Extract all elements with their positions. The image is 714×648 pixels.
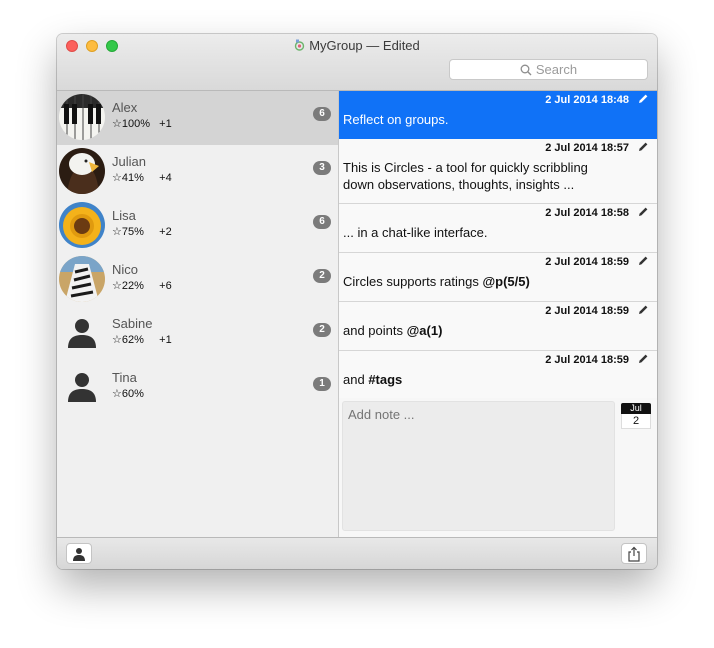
contact-points: +1 — [159, 118, 172, 130]
message-text-plain: and — [343, 372, 369, 387]
app-window: MyGroup — Edited Search Alex ☆100% +1 6 … — [57, 34, 657, 569]
window-title: MyGroup — Edited — [57, 38, 657, 53]
contact-name: Alex — [112, 100, 138, 115]
contact-row-lisa[interactable]: Lisa ☆75% +2 6 — [57, 199, 338, 253]
message-timestamp: 2 Jul 2014 18:59 — [545, 256, 629, 268]
sunflower-avatar-icon — [59, 202, 105, 248]
pencil-icon[interactable] — [637, 255, 649, 267]
contact-rating: ☆75% — [112, 226, 144, 238]
contact-rating: ☆41% — [112, 172, 144, 184]
contact-row-tina[interactable]: Tina ☆60% 1 — [57, 361, 338, 415]
add-note-field[interactable] — [342, 401, 615, 531]
calendar-month: Jul — [621, 403, 651, 414]
rating-tag: @p(5/5) — [482, 274, 530, 289]
pencil-icon[interactable] — [637, 304, 649, 316]
titlebar: MyGroup — Edited Search — [57, 34, 657, 91]
message-text: Reflect on groups. — [343, 112, 449, 127]
note-count-badge: 1 — [313, 377, 331, 391]
message-row[interactable]: 2 Jul 2014 18:59 and #tags — [339, 351, 657, 398]
piano-avatar-icon — [59, 94, 105, 140]
message-text: and points @a(1) — [343, 322, 613, 339]
pencil-icon[interactable] — [637, 93, 649, 105]
calendar-date-icon[interactable]: Jul 2 — [621, 403, 651, 429]
message-timestamp: 2 Jul 2014 18:59 — [545, 305, 629, 317]
contact-stats: ☆75% +2 — [112, 225, 172, 238]
window-title-suffix: — Edited — [366, 38, 420, 53]
eagle-avatar-icon — [59, 148, 105, 194]
person-avatar-icon — [59, 310, 105, 356]
pencil-icon[interactable] — [637, 206, 649, 218]
contact-name: Nico — [112, 262, 139, 277]
contact-row-julian[interactable]: Julian ☆41% +4 3 — [57, 145, 338, 199]
search-field[interactable]: Search — [449, 59, 648, 80]
pencil-icon[interactable] — [637, 353, 649, 365]
message-text-plain: Circles supports ratings — [343, 274, 483, 289]
search-placeholder: Search — [535, 62, 578, 77]
message-row[interactable]: 2 Jul 2014 18:59 Circles supports rating… — [339, 253, 657, 302]
contact-points: +1 — [159, 334, 172, 346]
calendar-day: 2 — [621, 414, 651, 429]
contact-rating: ☆100% — [112, 118, 150, 130]
message-timestamp: 2 Jul 2014 18:48 — [545, 94, 629, 106]
message-text-plain: and points — [343, 323, 407, 338]
zebra-avatar-icon — [59, 256, 105, 302]
contact-name: Julian — [112, 154, 146, 169]
message-text: and #tags — [343, 371, 613, 388]
contact-stats: ☆60% — [112, 387, 144, 400]
pencil-icon[interactable] — [637, 141, 649, 153]
message-row[interactable]: 2 Jul 2014 18:58 ... in a chat-like inte… — [339, 204, 657, 253]
message-row[interactable]: 2 Jul 2014 18:57 This is Circles - a too… — [339, 139, 657, 204]
note-count-badge: 2 — [313, 269, 331, 283]
message-pane: 2 Jul 2014 18:48 Reflect on groups. 2 Ju… — [339, 91, 657, 537]
message-timestamp: 2 Jul 2014 18:59 — [545, 354, 629, 366]
share-button[interactable] — [621, 543, 647, 564]
note-count-badge: 6 — [313, 107, 331, 121]
contact-row-sabine[interactable]: Sabine ☆62% +1 2 — [57, 307, 338, 361]
message-text: This is Circles - a tool for quickly scr… — [343, 160, 588, 192]
contacts-sidebar: Alex ☆100% +1 6 Julian ☆41% +4 3 Lisa ☆7… — [57, 91, 339, 537]
add-person-button[interactable] — [66, 543, 92, 564]
document-icon — [294, 39, 305, 52]
hashtag: #tags — [368, 372, 403, 387]
contact-name: Sabine — [112, 316, 153, 331]
contact-row-nico[interactable]: Nico ☆22% +6 2 — [57, 253, 338, 307]
search-icon — [520, 64, 532, 76]
contact-rating: ☆60% — [112, 388, 144, 400]
note-count-badge: 2 — [313, 323, 331, 337]
contact-name: Tina — [112, 370, 137, 385]
contact-name: Lisa — [112, 208, 136, 223]
contact-points: +6 — [159, 280, 172, 292]
share-icon — [628, 546, 640, 562]
message-timestamp: 2 Jul 2014 18:58 — [545, 207, 629, 219]
message-text: ... in a chat-like interface. — [343, 225, 488, 240]
message-row[interactable]: 2 Jul 2014 18:48 Reflect on groups. — [339, 91, 657, 139]
person-icon — [73, 548, 85, 561]
contact-row-alex[interactable]: Alex ☆100% +1 6 — [57, 91, 338, 145]
contact-stats: ☆22% +6 — [112, 279, 172, 292]
contact-rating: ☆62% — [112, 334, 144, 346]
contact-stats: ☆62% +1 — [112, 333, 172, 346]
contact-points: +2 — [159, 226, 172, 238]
contact-stats: ☆100% +1 — [112, 117, 172, 130]
bottom-toolbar — [57, 537, 657, 569]
points-tag: @a(1) — [406, 323, 443, 338]
message-timestamp: 2 Jul 2014 18:57 — [545, 142, 629, 154]
window-title-text: MyGroup — [309, 38, 363, 53]
contact-points: +4 — [159, 172, 172, 184]
person-avatar-icon — [59, 364, 105, 410]
contact-stats: ☆41% +4 — [112, 171, 172, 184]
note-count-badge: 3 — [313, 161, 331, 175]
contact-rating: ☆22% — [112, 280, 144, 292]
note-count-badge: 6 — [313, 215, 331, 229]
message-text: Circles supports ratings @p(5/5) — [343, 273, 613, 290]
message-row[interactable]: 2 Jul 2014 18:59 and points @a(1) — [339, 302, 657, 351]
